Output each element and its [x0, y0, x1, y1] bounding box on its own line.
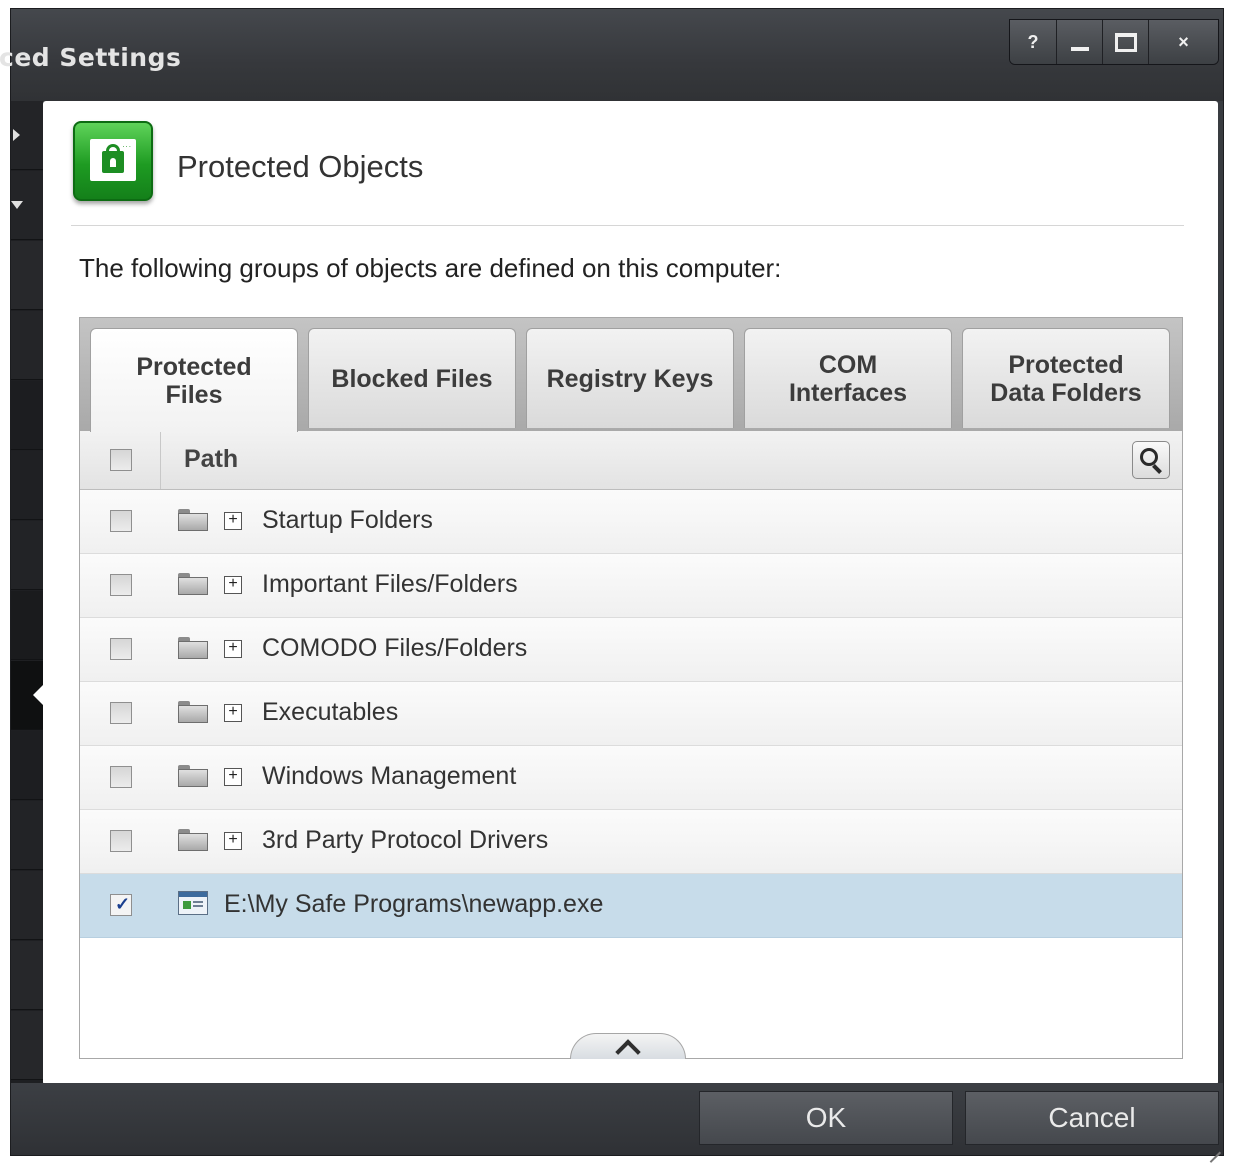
folder-icon: [178, 637, 208, 659]
search-button[interactable]: [1132, 441, 1170, 479]
table-row[interactable]: + Windows Management: [80, 746, 1182, 810]
nav-item-13[interactable]: [11, 941, 43, 1010]
expand-icon[interactable]: +: [224, 768, 242, 786]
row-label: Important Files/Folders: [262, 570, 518, 598]
nav-item-1[interactable]: [11, 101, 43, 170]
select-all-checkbox[interactable]: [110, 449, 132, 471]
row-label: Windows Management: [262, 762, 517, 790]
minimize-button[interactable]: [1056, 20, 1102, 64]
close-button[interactable]: ×: [1148, 20, 1218, 64]
expand-icon[interactable]: +: [224, 704, 242, 722]
window-title: ced Settings: [0, 43, 182, 72]
table-row[interactable]: + Startup Folders: [80, 490, 1182, 554]
row-checkbox[interactable]: [110, 574, 132, 596]
row-label: Startup Folders: [262, 506, 433, 534]
maximize-button[interactable]: [1102, 20, 1148, 64]
table-row[interactable]: + Executables: [80, 682, 1182, 746]
nav-item-12[interactable]: [11, 871, 43, 940]
row-checkbox[interactable]: [110, 766, 132, 788]
chevron-right-icon: [13, 129, 20, 141]
path-column-header[interactable]: Path: [184, 445, 238, 474]
table-header: Path: [80, 431, 1182, 490]
row-label: Executables: [262, 698, 399, 726]
search-icon: [1140, 448, 1158, 466]
maximize-icon: [1114, 32, 1137, 52]
row-label: E:\My Safe Programs\newapp.exe: [224, 890, 604, 918]
row-checkbox[interactable]: [110, 830, 132, 852]
row-checkbox-checked[interactable]: ✓: [110, 894, 132, 916]
ok-button[interactable]: OK: [699, 1091, 953, 1145]
divider: [71, 225, 1184, 226]
expand-icon[interactable]: +: [224, 832, 242, 850]
main-panel: ... Protected Objects The following grou…: [43, 101, 1218, 1085]
nav-item-8[interactable]: [11, 591, 43, 660]
tab-registry-keys[interactable]: Registry Keys: [526, 328, 734, 428]
tab-strip: Protected Files Blocked Files Registry Ke…: [80, 318, 1182, 432]
nav-item-11[interactable]: [11, 801, 43, 870]
nav-item-5[interactable]: [11, 381, 43, 450]
folder-icon: [178, 573, 208, 595]
row-checkbox[interactable]: [110, 510, 132, 532]
row-label: 3rd Party Protocol Drivers: [262, 826, 549, 854]
intro-text: The following groups of objects are defi…: [79, 253, 782, 283]
nav-item-6[interactable]: [11, 451, 43, 520]
tab-com-interfaces[interactable]: COM Interfaces: [744, 328, 952, 428]
folder-icon: [178, 765, 208, 787]
table-row[interactable]: + 3rd Party Protocol Drivers: [80, 810, 1182, 874]
nav-item-2[interactable]: [11, 171, 43, 240]
nav-item-3[interactable]: [11, 241, 43, 310]
protected-objects-logo: ...: [73, 121, 153, 201]
left-nav: [11, 101, 49, 1083]
table-row-selected[interactable]: ✓ E:\My Safe Programs\newapp.exe: [80, 874, 1182, 938]
folder-icon: [178, 701, 208, 723]
tab-protected-data-folders[interactable]: Protected Data Folders: [962, 328, 1170, 428]
dialog-footer: OK Cancel: [11, 1083, 1223, 1163]
cancel-button[interactable]: Cancel: [965, 1091, 1219, 1145]
table-row[interactable]: + Important Files/Folders: [80, 554, 1182, 618]
checkmark-icon: ✓: [115, 894, 131, 914]
help-button[interactable]: ?: [1010, 20, 1056, 64]
nav-item-7[interactable]: [11, 521, 43, 590]
nav-item-14[interactable]: [11, 1011, 43, 1080]
nav-item-10[interactable]: [11, 731, 43, 800]
title-bar[interactable]: ced Settings ? ×: [0, 9, 1223, 101]
row-checkbox[interactable]: [110, 638, 132, 660]
objects-tab-frame: Protected Files Blocked Files Registry Ke…: [79, 317, 1183, 1065]
row-label: COMODO Files/Folders: [262, 634, 528, 662]
expand-icon[interactable]: +: [224, 512, 242, 530]
objects-list: + Startup Folders + Important Files/Fold…: [80, 490, 1182, 938]
nav-item-4[interactable]: [11, 311, 43, 380]
tab-blocked-files[interactable]: Blocked Files: [308, 328, 516, 428]
minimize-icon: [1070, 47, 1089, 51]
collapse-panel-button[interactable]: [570, 1033, 686, 1065]
chevron-up-icon: [615, 1038, 641, 1065]
resize-grip-icon[interactable]: [1207, 1139, 1221, 1163]
expand-icon[interactable]: +: [224, 640, 242, 658]
expand-icon[interactable]: +: [224, 576, 242, 594]
application-icon: [178, 891, 208, 915]
folder-icon: [178, 829, 208, 851]
chevron-down-icon: [11, 201, 23, 209]
table-row[interactable]: + COMODO Files/Folders: [80, 618, 1182, 682]
settings-window: ced Settings ? × ... Protected Objects T…: [0, 8, 1224, 1163]
page-title: Protected Objects: [177, 149, 424, 184]
row-checkbox[interactable]: [110, 702, 132, 724]
window-controls: ? ×: [1009, 19, 1219, 65]
tab-protected-files[interactable]: Protected Files: [90, 328, 298, 432]
folder-icon: [178, 509, 208, 531]
